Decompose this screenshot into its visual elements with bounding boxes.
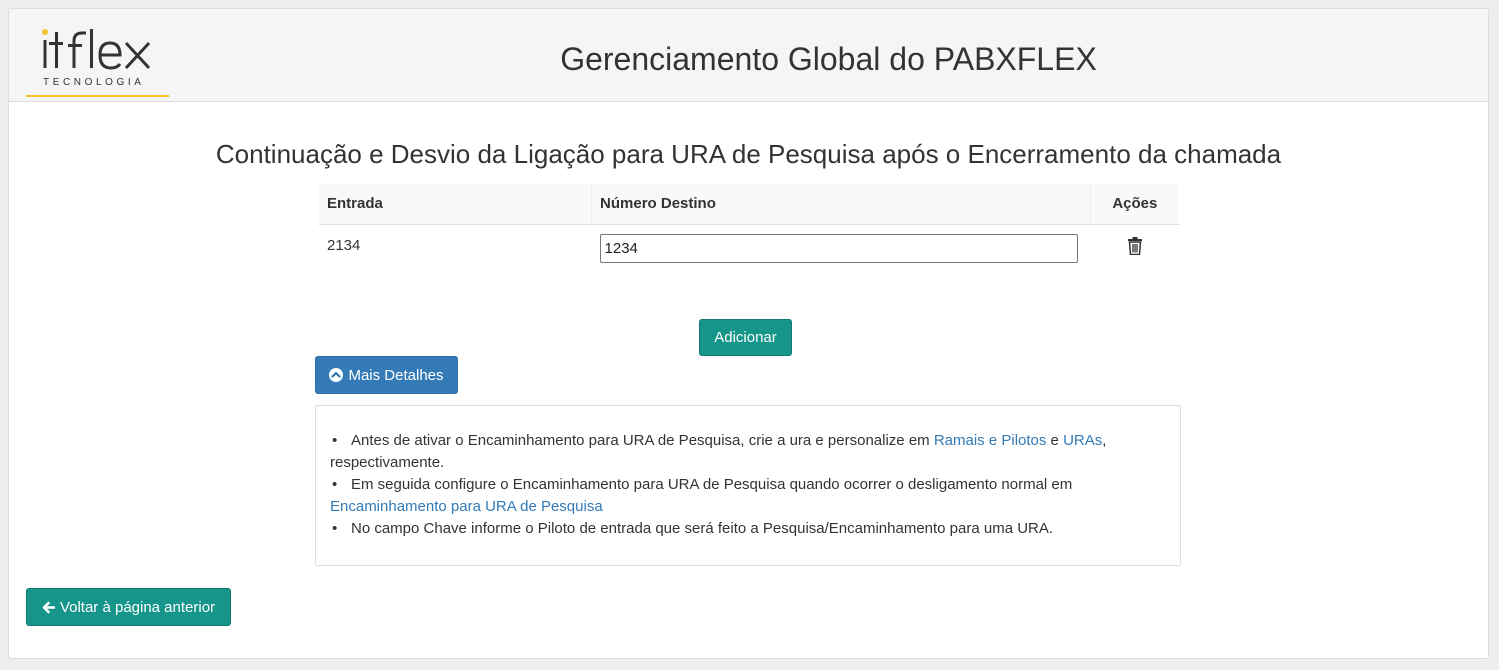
item1-connector: e xyxy=(1046,432,1064,449)
table-header-row: Entrada Número Destino Ações xyxy=(319,184,1179,225)
cell-numero-destino xyxy=(592,224,1091,284)
item3-text: No campo Chave informe o Piloto de entra… xyxy=(351,520,1054,537)
uras-link[interactable]: URAs xyxy=(1063,432,1102,449)
item2-text: Em seguida configure o Encaminhamento pa… xyxy=(351,476,1073,493)
encaminhamento-ura-pesquisa-link[interactable]: Encaminhamento para URA de Pesquisa xyxy=(330,498,603,515)
arrow-left-icon xyxy=(42,601,55,613)
cell-entrada: 2134 xyxy=(327,236,361,254)
trash-icon[interactable] xyxy=(1127,236,1142,255)
more-details-button[interactable]: Mais Detalhes xyxy=(315,356,458,394)
page-frame: TECNOLOGIA Gerenciamento Global do PABXF… xyxy=(8,8,1489,659)
item1-text: Antes de ativar o Encaminhamento para UR… xyxy=(351,432,934,449)
page-title: Continuação e Desvio da Ligação para URA… xyxy=(215,139,1282,169)
add-button[interactable]: Adicionar xyxy=(699,319,792,356)
bullet: • xyxy=(332,432,338,449)
itflex-logo-mark xyxy=(42,29,151,70)
column-header-acoes: Ações xyxy=(1089,184,1179,225)
routes-table: Entrada Número Destino Ações 2134 xyxy=(319,184,1179,284)
table-row: 2134 xyxy=(319,224,1179,284)
logo-tagline: TECNOLOGIA xyxy=(43,77,145,88)
chevron-up-circle-icon xyxy=(329,368,344,382)
list-item: • No campo Chave informe o Piloto de entr… xyxy=(330,518,1166,540)
header-title: Gerenciamento Global do PABXFLEX xyxy=(560,41,1097,77)
more-details-label: Mais Detalhes xyxy=(348,366,444,384)
bullet: • xyxy=(332,520,338,537)
list-item: • Em seguida configure o Encaminhamento p… xyxy=(330,474,1166,518)
list-item: • Antes de ativar o Encaminhamento para U… xyxy=(330,430,1166,474)
numero-destino-input[interactable] xyxy=(599,233,1078,263)
page-header: TECNOLOGIA Gerenciamento Global do PABXF… xyxy=(9,9,1488,102)
back-button[interactable]: Voltar à página anterior xyxy=(26,588,231,626)
back-button-label: Voltar à página anterior xyxy=(59,598,216,616)
column-header-entrada: Entrada xyxy=(319,184,592,225)
bullet: • xyxy=(332,476,338,493)
details-panel: • Antes de ativar o Encaminhamento para U… xyxy=(315,405,1181,566)
details-list: • Antes de ativar o Encaminhamento para U… xyxy=(330,430,1166,540)
itflex-logo[interactable]: TECNOLOGIA xyxy=(26,17,169,97)
ramais-e-pilotos-link[interactable]: Ramais e Pilotos xyxy=(934,432,1047,449)
add-button-label: Adicionar xyxy=(714,329,777,346)
column-header-numero-destino: Número Destino xyxy=(591,184,1091,225)
cell-acoes xyxy=(1090,224,1179,284)
